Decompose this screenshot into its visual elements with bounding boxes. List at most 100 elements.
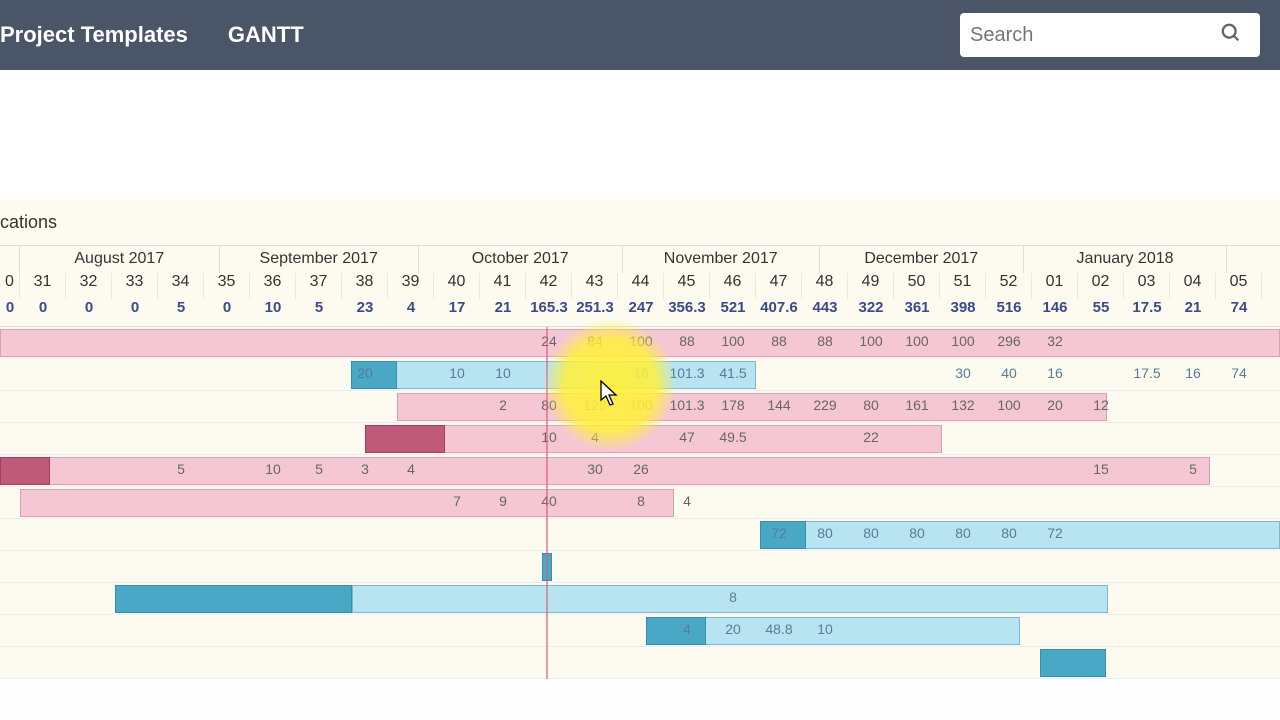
- gantt-row[interactable]: 8: [0, 583, 1280, 615]
- gantt-row[interactable]: 794084: [0, 487, 1280, 519]
- week-cell[interactable]: 31: [20, 273, 66, 299]
- week-cell[interactable]: 04: [1170, 273, 1216, 299]
- total-cell: 10: [250, 299, 296, 326]
- gantt-row[interactable]: 20101016101.341.530401617.51674: [0, 359, 1280, 391]
- total-cell: 17: [434, 299, 480, 326]
- total-cell: 0: [204, 299, 250, 326]
- total-cell: 516: [986, 299, 1032, 326]
- bar-value: 229: [802, 397, 848, 413]
- bar-value: 88: [756, 333, 802, 349]
- bar-value: 40: [526, 493, 572, 509]
- bar-value: 12: [1078, 397, 1124, 413]
- week-cell[interactable]: 39: [388, 273, 434, 299]
- task-bar[interactable]: [115, 585, 352, 613]
- week-cell[interactable]: 05: [1216, 273, 1262, 299]
- week-cell[interactable]: 42: [526, 273, 572, 299]
- bar-value: 8: [710, 589, 756, 605]
- bar-value: 132: [940, 397, 986, 413]
- week-cell[interactable]: 34: [158, 273, 204, 299]
- gantt-row[interactable]: [0, 551, 1280, 583]
- week-cell[interactable]: 40: [434, 273, 480, 299]
- bar-value: 4: [664, 493, 710, 509]
- week-cell[interactable]: 41: [480, 273, 526, 299]
- task-bar[interactable]: [20, 489, 674, 517]
- week-cell[interactable]: 50: [894, 273, 940, 299]
- bar-value: 9: [480, 493, 526, 509]
- week-cell[interactable]: 43: [572, 273, 618, 299]
- bar-value: 144: [756, 397, 802, 413]
- total-cell: 74: [1216, 299, 1262, 326]
- total-cell: 398: [940, 299, 986, 326]
- task-bar[interactable]: [365, 425, 445, 453]
- total-cell: 247: [618, 299, 664, 326]
- search-icon[interactable]: [1220, 22, 1242, 49]
- total-cell: 23: [342, 299, 388, 326]
- bar-value: 88: [664, 333, 710, 349]
- nav-gantt[interactable]: GANTT: [228, 22, 304, 48]
- bar-value: 5: [1170, 461, 1216, 477]
- week-cell[interactable]: 49: [848, 273, 894, 299]
- bar-value: 100: [986, 397, 1032, 413]
- week-cell[interactable]: 33: [112, 273, 158, 299]
- total-cell: 5: [296, 299, 342, 326]
- total-cell: 17.5: [1124, 299, 1170, 326]
- week-cell[interactable]: 02: [1078, 273, 1124, 299]
- today-line: [546, 327, 548, 679]
- total-cell: 521: [710, 299, 756, 326]
- month-cell: January 2018: [1024, 246, 1228, 273]
- gantt-row[interactable]: 248410088100888810010010029632: [0, 327, 1280, 359]
- week-cell[interactable]: 47: [756, 273, 802, 299]
- week-cell[interactable]: 35: [204, 273, 250, 299]
- bar-value: 2: [480, 397, 526, 413]
- week-cell[interactable]: 32: [66, 273, 112, 299]
- week-cell[interactable]: 37: [296, 273, 342, 299]
- bar-value: 100: [894, 333, 940, 349]
- week-cell[interactable]: 48: [802, 273, 848, 299]
- week-cell[interactable]: 03: [1124, 273, 1170, 299]
- bar-value: 3: [342, 461, 388, 477]
- nav-project-templates[interactable]: Project Templates: [0, 22, 188, 48]
- gantt-bars[interactable]: 2484100881008888100100100296322010101610…: [0, 327, 1280, 679]
- bar-value: 20: [710, 621, 756, 637]
- bar-value: 80: [802, 525, 848, 541]
- total-cell: 407.6: [756, 299, 802, 326]
- total-cell: 21: [1170, 299, 1216, 326]
- week-cell[interactable]: 45: [664, 273, 710, 299]
- top-bar: Project Templates GANTT: [0, 0, 1280, 70]
- bar-value: 80: [986, 525, 1032, 541]
- search-box[interactable]: [960, 13, 1260, 57]
- month-cell: August 2017: [20, 246, 220, 273]
- bar-value: 5: [296, 461, 342, 477]
- bar-value: 26: [618, 461, 664, 477]
- week-cell[interactable]: 46: [710, 273, 756, 299]
- month-cell: October 2017: [419, 246, 623, 273]
- week-header: 0313233343536373839404142434445464748495…: [0, 273, 1280, 299]
- bar-value: 10: [526, 429, 572, 445]
- bar-value: 80: [526, 397, 572, 413]
- gantt-row[interactable]: [0, 647, 1280, 679]
- week-cell[interactable]: 52: [986, 273, 1032, 299]
- gantt-row[interactable]: 1044749.522: [0, 423, 1280, 455]
- bar-value: 4: [572, 429, 618, 445]
- bar-value: 84: [572, 333, 618, 349]
- gantt-timeline[interactable]: August 2017September 2017October 2017Nov…: [0, 245, 1280, 679]
- gantt-row[interactable]: 280128100101.3178144229801611321002012: [0, 391, 1280, 423]
- gantt-row[interactable]: 42048.810: [0, 615, 1280, 647]
- task-bar[interactable]: [1040, 649, 1106, 677]
- week-cell[interactable]: 51: [940, 273, 986, 299]
- week-cell[interactable]: 44: [618, 273, 664, 299]
- gantt-row[interactable]: 5105343026155: [0, 455, 1280, 487]
- week-cell[interactable]: 01: [1032, 273, 1078, 299]
- task-bar[interactable]: [0, 457, 50, 485]
- bar-value: 32: [1032, 333, 1078, 349]
- search-input[interactable]: [970, 24, 1220, 47]
- gantt-row[interactable]: 72808080808072: [0, 519, 1280, 551]
- week-cell[interactable]: 36: [250, 273, 296, 299]
- bar-value: 48.8: [756, 621, 802, 637]
- bar-value: 16: [618, 365, 664, 381]
- bar-value: 72: [756, 525, 802, 541]
- bar-value: 72: [1032, 525, 1078, 541]
- week-cell[interactable]: 38: [342, 273, 388, 299]
- total-cell: 0: [20, 299, 66, 326]
- bar-value: 178: [710, 397, 756, 413]
